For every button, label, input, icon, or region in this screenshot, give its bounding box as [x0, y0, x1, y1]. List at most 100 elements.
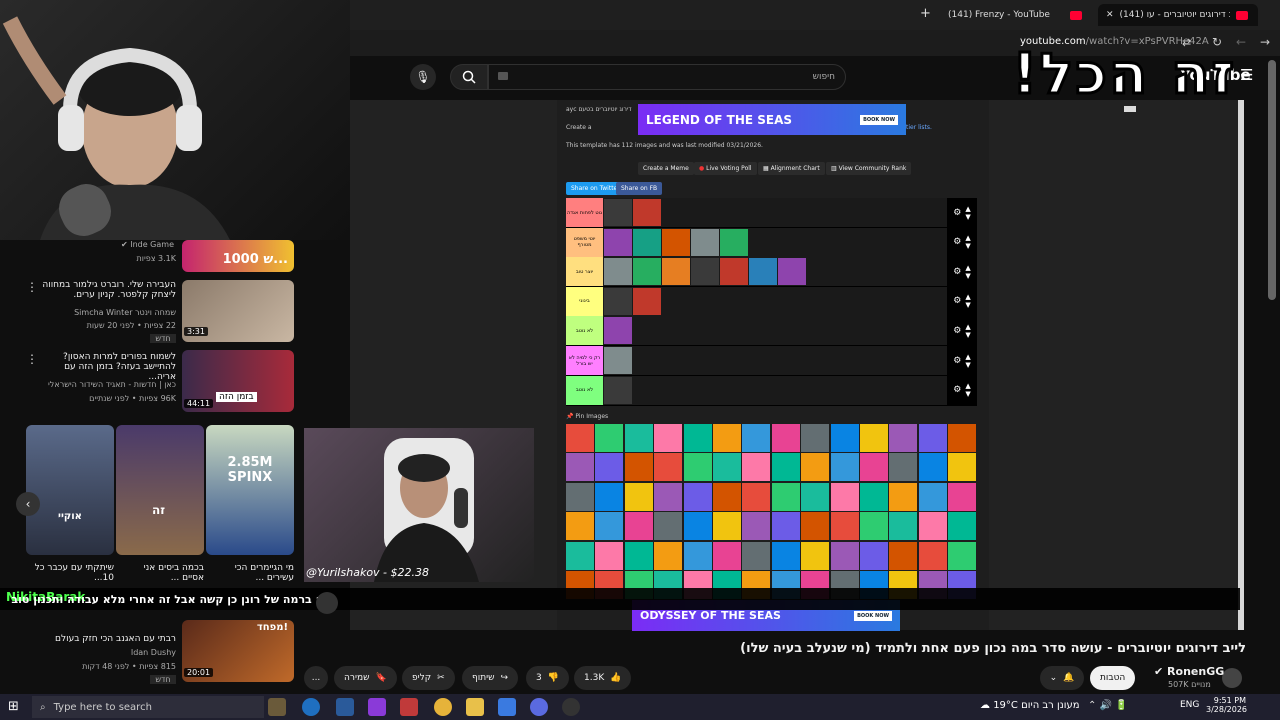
ad-close-icon[interactable] — [1124, 106, 1136, 112]
pool-item-image[interactable] — [595, 512, 624, 541]
channel-name[interactable]: כאן | חדשות - תאגיד השידור הישראלי — [40, 380, 176, 389]
intro-create-link[interactable]: Create a — [566, 124, 592, 131]
video-title[interactable]: לשמוח בפורים למרות האסון? להתיישב בעזה? … — [40, 352, 176, 382]
taskbar-widget-icon[interactable] — [268, 698, 286, 716]
gear-icon[interactable]: ⚙ — [953, 385, 961, 395]
pool-item-image[interactable] — [801, 453, 830, 482]
tier-item-image[interactable] — [720, 228, 748, 256]
pool-item-image[interactable] — [830, 512, 859, 541]
tier-item-image[interactable] — [778, 258, 806, 286]
short-title[interactable]: מי הגיימרים הכי עשירים ... — [212, 563, 294, 583]
tier-label[interactable]: יוטי משפט מטורף — [566, 227, 603, 257]
browser-tab[interactable]: (141) Frenzy - YouTube — [940, 4, 1090, 26]
channel-name[interactable]: ✔ RonenGG — [1154, 665, 1224, 678]
pool-item-image[interactable] — [595, 541, 624, 570]
forward-icon[interactable]: → — [1260, 35, 1270, 49]
pool-item-image[interactable] — [683, 482, 712, 511]
tier-item-image[interactable] — [662, 228, 690, 256]
back-icon[interactable]: ← — [1236, 35, 1246, 49]
pool-item-image[interactable] — [742, 453, 771, 482]
pool-item-image[interactable] — [801, 541, 830, 570]
gear-icon[interactable]: ⚙ — [953, 356, 961, 366]
office-icon[interactable] — [400, 698, 418, 716]
tier-item-image[interactable] — [633, 258, 661, 286]
pool-item-image[interactable] — [948, 424, 977, 452]
reorder-arrows-icon[interactable]: ▲ ▼ — [965, 264, 970, 280]
tier-item-image[interactable] — [604, 347, 632, 374]
share-button[interactable]: שיתוף ↪ — [462, 666, 519, 690]
tier-item-image[interactable] — [604, 317, 632, 345]
browser-tab-active[interactable]: ✕ (141) לייב דירוגים יוטיוברים - עו — [1098, 4, 1258, 26]
more-options-icon[interactable]: ⋮ — [26, 352, 38, 366]
pool-item-image[interactable] — [654, 541, 683, 570]
page-scrollbar[interactable] — [1268, 60, 1276, 300]
pool-item-image[interactable] — [860, 541, 888, 570]
channel-avatar[interactable] — [1222, 668, 1242, 688]
edge-icon[interactable] — [302, 698, 320, 716]
search-input[interactable]: חיפוש — [488, 64, 846, 90]
tier-item-image[interactable] — [749, 258, 777, 286]
short-thumbnail[interactable]: זה — [116, 425, 204, 555]
pool-item-image[interactable] — [889, 424, 918, 452]
pool-item-image[interactable] — [654, 512, 683, 541]
gear-icon[interactable]: ⚙ — [953, 267, 961, 277]
tier-label[interactable]: לא נוטב — [566, 375, 603, 405]
pool-item-image[interactable] — [566, 541, 594, 570]
tier-item-image[interactable] — [604, 228, 632, 256]
channel-name[interactable]: שמחה וינטר Simcha Winter — [40, 308, 176, 317]
obs-icon[interactable] — [562, 698, 580, 716]
pool-item-image[interactable] — [713, 424, 741, 452]
pool-item-image[interactable] — [830, 541, 859, 570]
gear-icon[interactable]: ⚙ — [953, 208, 961, 218]
pool-item-image[interactable] — [771, 453, 800, 482]
pool-item-image[interactable] — [918, 453, 947, 482]
tier-item-image[interactable] — [604, 376, 632, 404]
pool-item-image[interactable] — [742, 482, 771, 511]
more-options-icon[interactable]: ⋮ — [26, 280, 38, 294]
create-meme-button[interactable]: Create a Meme — [638, 162, 694, 175]
taskbar-search-input[interactable]: ⌕ Type here to search — [32, 696, 264, 718]
pool-item-image[interactable] — [948, 482, 977, 511]
pool-item-image[interactable] — [742, 512, 771, 541]
share-facebook-button[interactable]: Share on FB — [616, 182, 663, 195]
pool-item-image[interactable] — [742, 541, 771, 570]
pool-item-image[interactable] — [566, 453, 594, 482]
short-thumbnail[interactable]: 2.85M SPINX — [206, 425, 294, 555]
pool-item-image[interactable] — [771, 424, 800, 452]
pool-item-image[interactable] — [830, 482, 859, 511]
pool-item-image[interactable] — [918, 424, 947, 452]
ad-cta[interactable]: BOOK NOW — [860, 114, 898, 125]
more-actions-button[interactable]: ... — [304, 666, 328, 690]
pool-item-image[interactable] — [918, 541, 947, 570]
reorder-arrows-icon[interactable]: ▲ ▼ — [965, 293, 970, 309]
pool-item-image[interactable] — [683, 541, 712, 570]
tier-lists-link[interactable]: tier lists. — [906, 124, 932, 131]
video-thumbnail[interactable]: 1000 ש... — [182, 240, 294, 272]
pool-item-image[interactable] — [624, 453, 653, 482]
like-button[interactable]: 1.3K 👍 — [574, 666, 632, 690]
clock[interactable]: 9:51 PM 3/28/2026 — [1206, 696, 1247, 714]
pool-item-image[interactable] — [624, 482, 653, 511]
pool-item-image[interactable] — [860, 482, 888, 511]
view-community-rank-button[interactable]: ▥ View Community Rank — [826, 162, 912, 175]
pool-item-image[interactable] — [801, 512, 830, 541]
pool-item-image[interactable] — [624, 424, 653, 452]
tier-item-image[interactable] — [720, 258, 748, 286]
ad-banner-top[interactable]: LEGEND OF THE SEAS BOOK NOW — [638, 104, 906, 135]
pool-item-image[interactable] — [654, 424, 683, 452]
live-voting-poll-button[interactable]: ● Live Voting Poll — [694, 162, 757, 175]
reorder-arrows-icon[interactable]: ▲ ▼ — [965, 205, 970, 221]
pool-item-image[interactable] — [713, 512, 741, 541]
pool-item-image[interactable] — [918, 482, 947, 511]
pool-item-image[interactable] — [801, 424, 830, 452]
tier-item-image[interactable] — [633, 287, 661, 315]
copilot-icon[interactable] — [368, 698, 386, 716]
pool-item-image[interactable] — [566, 424, 594, 452]
pool-item-image[interactable] — [948, 512, 977, 541]
tier-item-image[interactable] — [604, 258, 632, 286]
pool-item-image[interactable] — [771, 512, 800, 541]
tier-item-image[interactable] — [633, 228, 661, 256]
pool-item-image[interactable] — [654, 453, 683, 482]
reorder-arrows-icon[interactable]: ▲ ▼ — [965, 323, 970, 339]
pool-item-image[interactable] — [889, 482, 918, 511]
